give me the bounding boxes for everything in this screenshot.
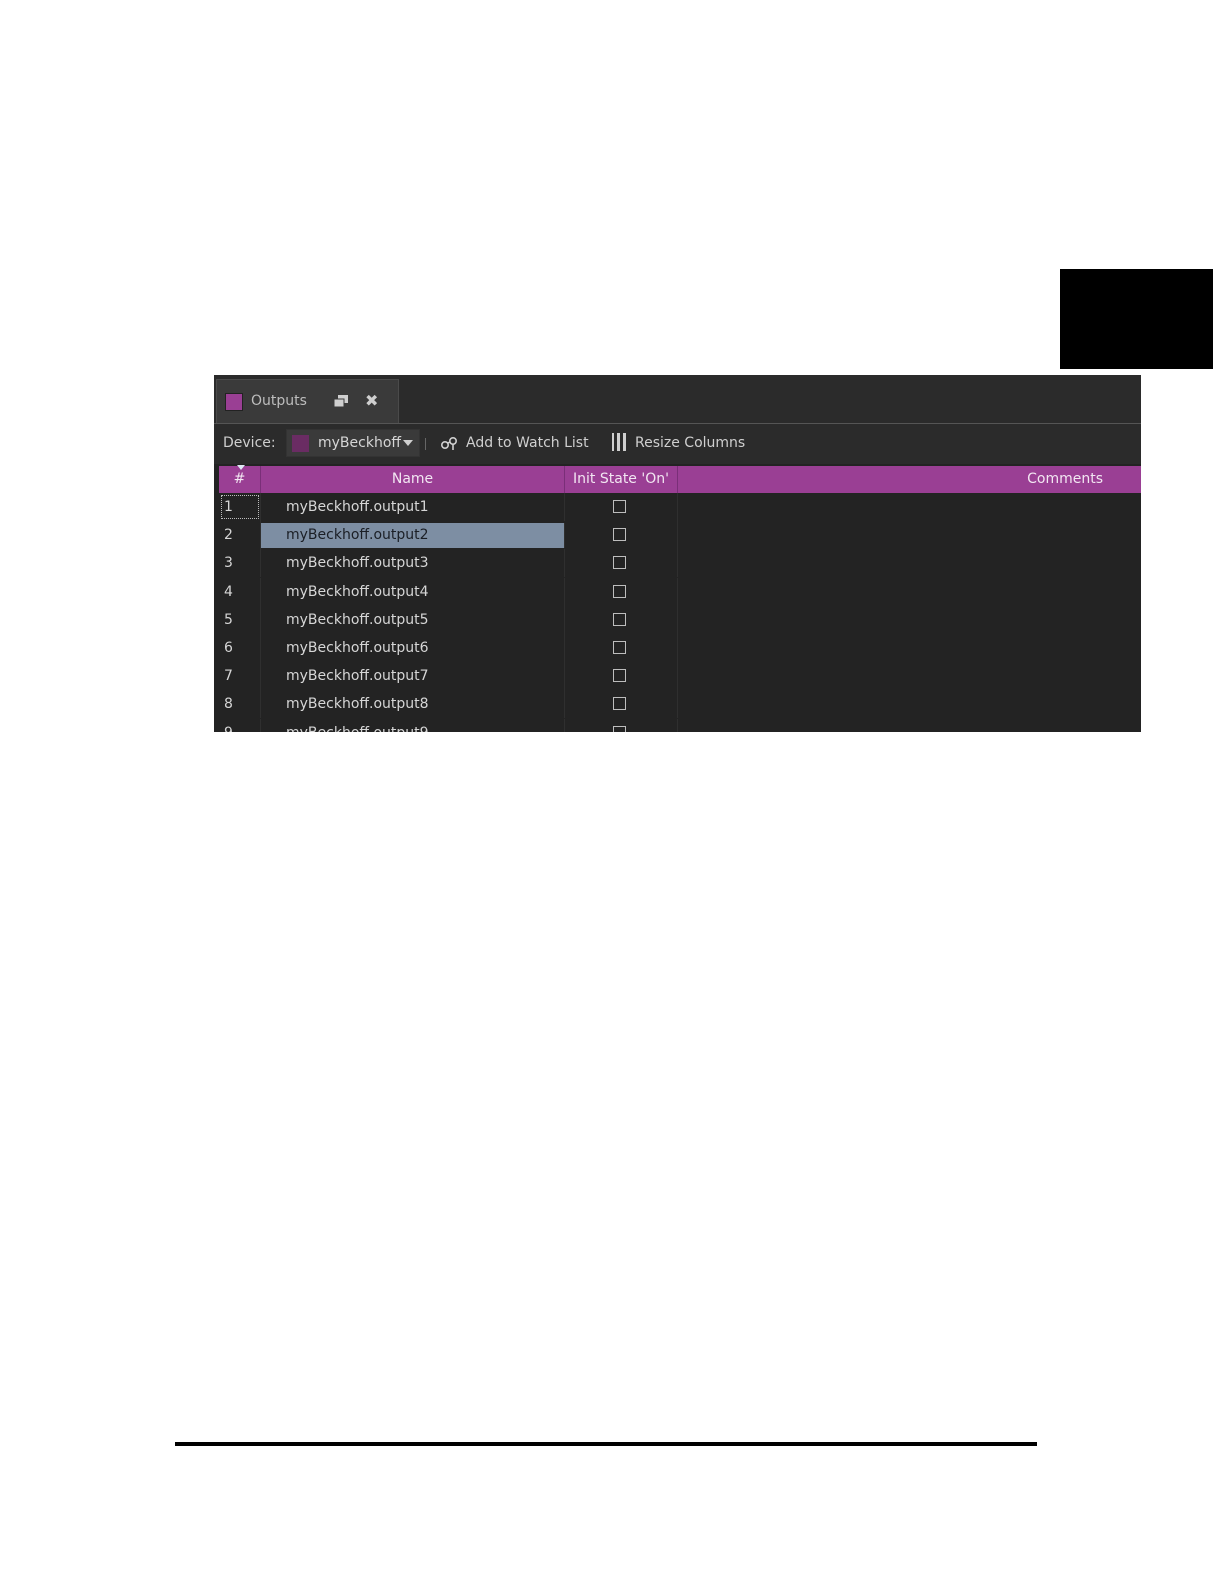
add-to-watch-list-button[interactable]: Add to Watch List	[440, 429, 590, 457]
init-state-cell	[565, 521, 678, 550]
init-state-checkbox[interactable]	[613, 500, 626, 513]
table-row[interactable]: 1 myBeckhoff.output1	[219, 493, 1141, 521]
name-cell[interactable]: myBeckhoff.output6	[261, 633, 565, 662]
outputs-panel: Outputs ✖ Device: myBeckhoff Add to Watc…	[214, 375, 1141, 732]
row-number-cell[interactable]: 9	[219, 718, 261, 732]
name-cell[interactable]: myBeckhoff.output5	[261, 605, 565, 634]
name-cell[interactable]: myBeckhoff.output9	[261, 718, 565, 732]
sort-indicator-icon	[237, 465, 245, 470]
init-state-checkbox[interactable]	[613, 556, 626, 570]
column-header-init-state[interactable]: Init State 'On'	[565, 466, 678, 493]
row-number-cell[interactable]: 8	[219, 690, 261, 719]
row-number-cell[interactable]: 6	[219, 633, 261, 662]
tab-title: Outputs	[251, 393, 307, 409]
row-number-cell[interactable]: 4	[219, 577, 261, 606]
purple-square-icon	[225, 393, 243, 411]
init-state-checkbox[interactable]	[613, 640, 626, 654]
row-number-cell[interactable]: 7	[219, 662, 261, 691]
comments-cell[interactable]	[678, 521, 1141, 549]
name-cell[interactable]: myBeckhoff.output3	[261, 549, 565, 578]
table-row[interactable]: 5 myBeckhoff.output5	[219, 605, 1141, 634]
comments-cell[interactable]	[678, 719, 1141, 733]
watch-list-icon	[440, 436, 458, 450]
column-header-name[interactable]: Name	[261, 466, 565, 493]
name-cell[interactable]: myBeckhoff.output2	[261, 523, 565, 549]
row-number-cell[interactable]: 1	[219, 493, 261, 521]
device-dropdown[interactable]: myBeckhoff	[286, 429, 420, 457]
init-state-checkbox[interactable]	[613, 584, 626, 598]
table-row[interactable]: 9myBeckhoff.output9	[219, 718, 1141, 733]
row-number-cell[interactable]: 3	[219, 549, 261, 578]
toolbar: Device: myBeckhoff Add to Watch List Res…	[214, 424, 1141, 464]
table-header: # Name Init State 'On' Comments	[219, 465, 1141, 493]
resize-columns-icon	[612, 433, 626, 451]
resize-columns-button[interactable]: Resize Columns	[611, 429, 751, 457]
tab-outputs[interactable]: Outputs ✖	[216, 379, 399, 423]
init-state-checkbox[interactable]	[613, 612, 626, 626]
tab-bar: Outputs ✖	[214, 375, 1141, 424]
init-state-cell	[565, 718, 678, 732]
add-to-watch-list-label: Add to Watch List	[466, 435, 589, 451]
close-icon[interactable]: ✖	[365, 391, 378, 410]
float-window-icon[interactable]	[334, 395, 348, 407]
device-color-icon	[292, 435, 309, 452]
init-state-cell	[565, 493, 678, 521]
name-cell[interactable]: myBeckhoff.output8	[261, 690, 565, 719]
page-tab-marker	[1060, 269, 1213, 369]
table-row[interactable]: 8 myBeckhoff.output8	[219, 690, 1141, 719]
footer-rule	[175, 1442, 1037, 1446]
init-state-cell	[565, 690, 678, 719]
init-state-cell	[565, 577, 678, 606]
device-label: Device:	[223, 435, 276, 451]
init-state-checkbox[interactable]	[613, 697, 626, 711]
table-row[interactable]: 6 myBeckhoff.output6	[219, 633, 1141, 662]
comments-cell[interactable]	[678, 634, 1141, 662]
init-state-cell	[565, 662, 678, 691]
table-row[interactable]: 2 myBeckhoff.output2	[219, 521, 1141, 550]
comments-cell[interactable]	[678, 606, 1141, 634]
init-state-checkbox[interactable]	[613, 669, 626, 683]
row-number-cell[interactable]: 5	[219, 605, 261, 634]
comments-cell[interactable]	[678, 662, 1141, 690]
init-state-checkbox[interactable]	[613, 528, 626, 542]
name-cell[interactable]: myBeckhoff.output1	[261, 493, 565, 521]
table-row[interactable]: 3 myBeckhoff.output3	[219, 549, 1141, 578]
init-state-cell	[565, 633, 678, 662]
comments-cell[interactable]	[678, 549, 1141, 577]
table-row[interactable]: 4 myBeckhoff.output4	[219, 577, 1141, 606]
table-body: 1 myBeckhoff.output1 2 myBeckhoff.output2 3 m…	[219, 493, 1141, 732]
chevron-down-icon	[403, 440, 413, 446]
resize-columns-label: Resize Columns	[635, 435, 746, 451]
init-state-cell	[565, 549, 678, 578]
init-state-cell	[565, 605, 678, 634]
row-number-cell[interactable]: 2	[219, 521, 261, 550]
comments-cell[interactable]	[678, 690, 1141, 718]
table-row[interactable]: 7 myBeckhoff.output7	[219, 662, 1141, 691]
init-state-checkbox[interactable]	[613, 725, 626, 732]
toolbar-separator	[425, 438, 426, 450]
column-header-comments[interactable]: Comments	[678, 466, 1141, 493]
comments-cell[interactable]	[678, 493, 1141, 521]
device-value: myBeckhoff	[318, 435, 402, 451]
name-cell[interactable]: myBeckhoff.output7	[261, 662, 565, 691]
name-cell[interactable]: myBeckhoff.output4	[261, 577, 565, 606]
column-header-number[interactable]: #	[219, 465, 261, 493]
comments-cell[interactable]	[678, 578, 1141, 606]
